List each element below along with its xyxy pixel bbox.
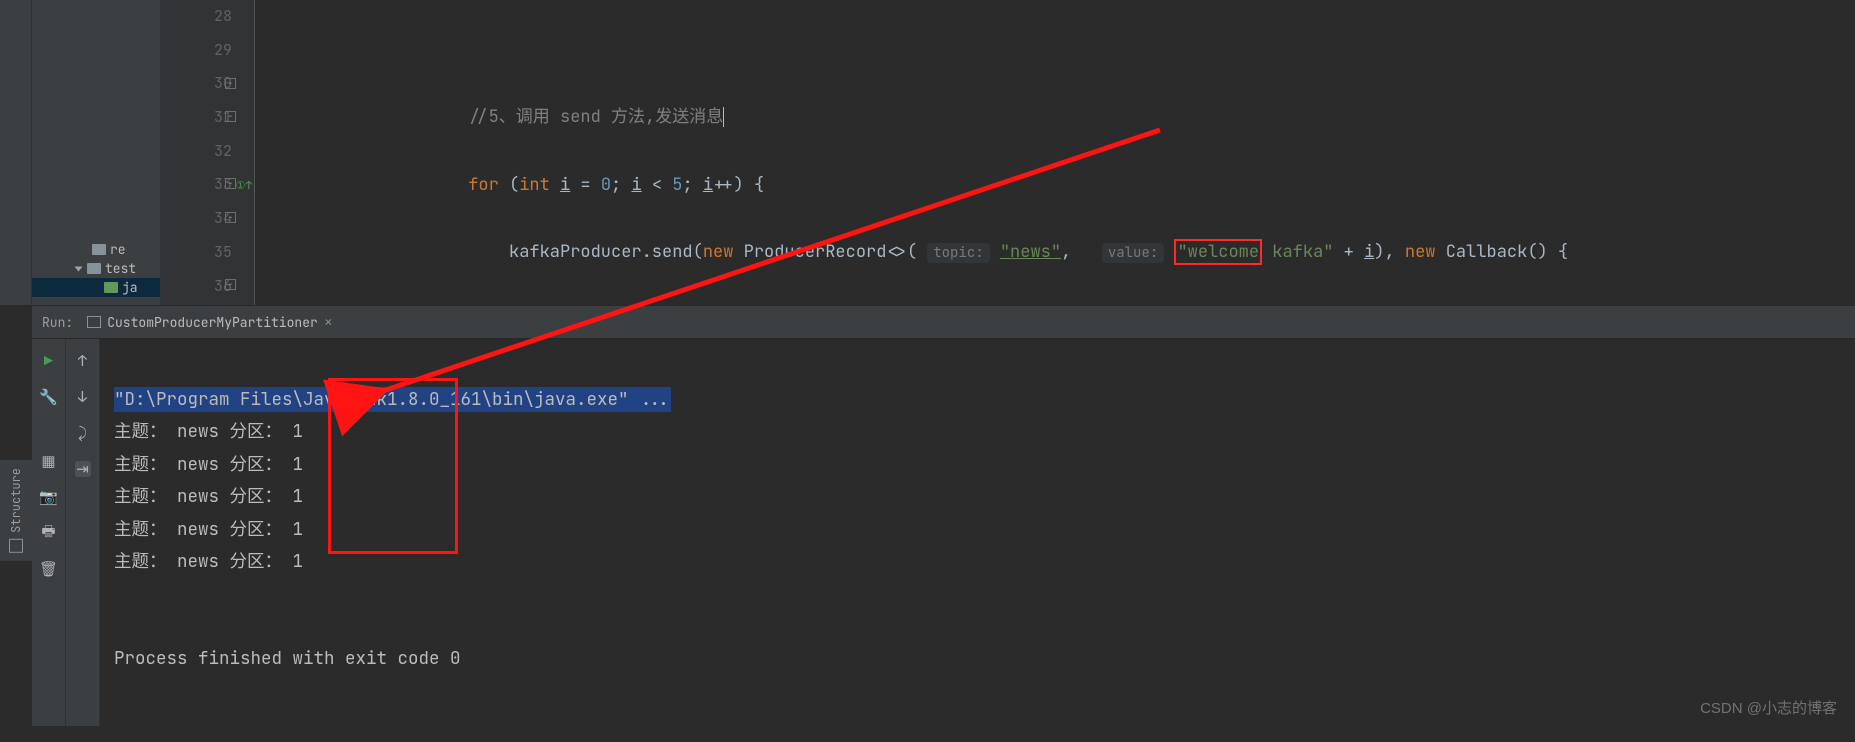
run-tool-window: ▶ 🔧 ▦ 📷 🖶 🗑 ↑ ↓ ⤸ ⇥ "D:\Program Files\Ja… [32,339,1855,726]
tree-node[interactable]: re [32,240,160,259]
folder-icon [92,244,106,255]
node-label: re [110,241,126,258]
tree-node[interactable]: ja [32,278,160,297]
fold-toggle[interactable]: − [225,212,236,223]
printer-icon[interactable]: 🖶 [41,525,57,541]
line-number: 33①↑ [160,168,232,202]
wrench-icon[interactable]: 🔧 [41,389,57,405]
folder-icon [87,263,101,274]
run-toolbar-primary: ▶ 🔧 ▦ 📷 🖶 🗑 [32,339,66,726]
text-cursor [723,107,724,127]
output-line: 主题： news 分区： 1 [114,481,1855,514]
left-tool-strip [0,0,32,305]
line-number: 35 [160,236,232,270]
line-number: 28 [160,0,232,34]
fold-toggle[interactable]: − [225,78,236,89]
line-number: 34 [160,202,232,236]
layout-icon[interactable]: ▦ [41,453,57,469]
code-line[interactable]: for (int i = 0; i < 5; i++) { [305,169,1855,203]
code-line[interactable]: kafkaProducer.send(new ProducerRecord<>(… [305,236,1855,271]
node-label: ja [122,279,138,296]
structure-tab-label: Structure [8,468,24,533]
output-line: 主题： news 分区： 1 [114,514,1855,547]
run-tool-header: Run: CustomProducerMyPartitioner × [32,305,1855,339]
folder-icon [104,282,118,293]
up-arrow-icon[interactable]: ↑ [75,353,91,369]
structure-tool-window-tab[interactable]: Structure [0,460,32,561]
output-line: 主题： news 分区： 1 [114,449,1855,482]
console-output[interactable]: "D:\Program Files\Java\jdk1.8.0_161\bin\… [100,339,1855,726]
override-up-icon[interactable]: ①↑ [236,170,252,204]
line-number: 29 [160,34,232,68]
command-line: "D:\Program Files\Java\jdk1.8.0_161\bin\… [114,387,671,412]
highlighted-welcome: "welcome [1174,239,1262,265]
run-toolbar-secondary: ↑ ↓ ⤸ ⇥ [66,339,100,726]
rerun-icon[interactable]: ▶ [41,353,57,369]
fold-toggle[interactable]: − [225,178,236,189]
output-line: 主题： news 分区： 1 [114,416,1855,449]
code-line[interactable]: //5、调用 send 方法,发送消息 [305,101,1855,135]
param-hint: topic: [927,243,989,263]
run-tab-title: CustomProducerMyPartitioner [107,314,318,331]
run-tab[interactable]: CustomProducerMyPartitioner × [83,309,337,335]
camera-icon[interactable]: 📷 [41,489,57,505]
scroll-end-icon[interactable]: ⇥ [75,461,91,477]
output-line: 主题： news 分区： 1 [114,546,1855,579]
node-label: test [105,260,136,277]
line-number: 30 [160,67,232,101]
fold-toggle[interactable]: − [225,279,236,290]
project-tree[interactable]: re test ja [32,0,160,305]
app-icon [87,316,101,328]
code-line[interactable] [305,34,1855,68]
line-number: 31 [160,101,232,135]
down-arrow-icon[interactable]: ↓ [75,389,91,405]
exit-code-line: Process finished with exit code 0 [114,643,1855,676]
chevron-down-icon[interactable] [75,266,83,271]
trash-icon[interactable]: 🗑 [41,561,57,577]
close-icon[interactable]: × [324,312,333,332]
line-number: 36 [160,270,232,304]
editor-gutter[interactable]: 28 29 30 31 32 33①↑ 34 35 36 37 [160,0,255,305]
fold-toggle[interactable]: − [225,111,236,122]
watermark: CSDN @小志的博客 [1700,697,1837,718]
line-number: 32 [160,135,232,169]
param-hint: value: [1102,243,1164,263]
wrap-icon[interactable]: ⤸ [75,425,91,441]
run-label: Run: [42,314,73,331]
code-editor[interactable]: //5、调用 send 方法,发送消息 for (int i = 0; i < … [255,0,1855,305]
tree-node[interactable]: test [32,259,160,278]
